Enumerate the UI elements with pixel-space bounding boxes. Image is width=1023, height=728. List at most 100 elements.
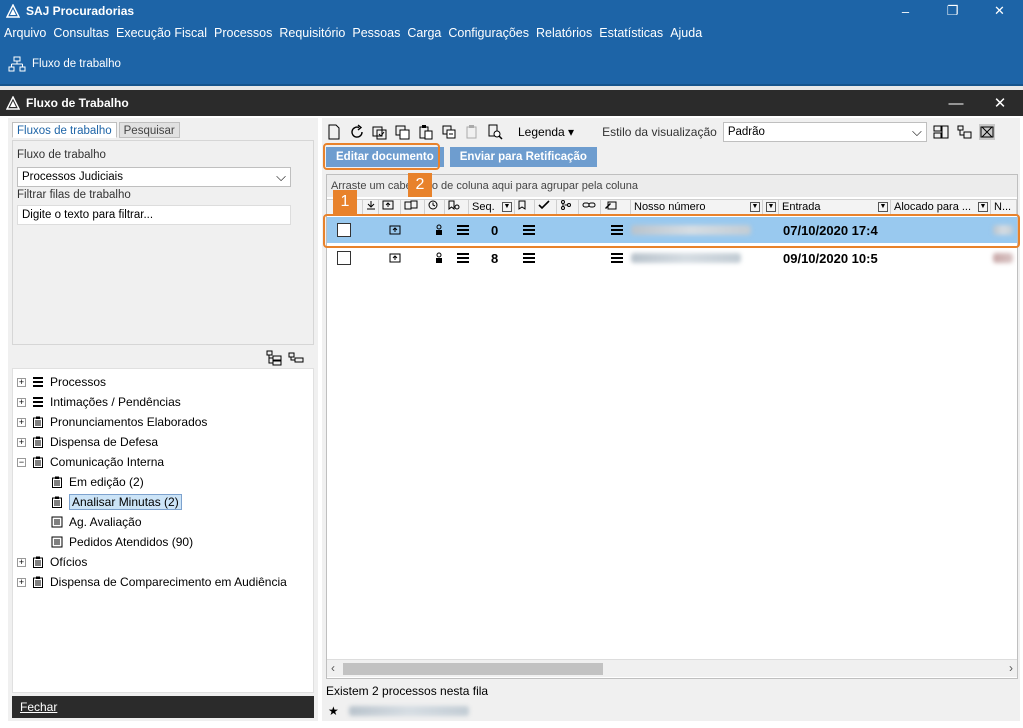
tab-fluxos-de-trabalho[interactable]: Fluxos de trabalho <box>12 122 117 138</box>
table-row[interactable]: 8 09/10/2020 10:5 <box>327 245 1017 271</box>
filter-dropdown-icon[interactable]: ▼ <box>978 202 988 212</box>
copy-icon[interactable] <box>395 124 411 140</box>
tree-node-ag-avaliacao[interactable]: Ag. Avaliação <box>51 513 142 531</box>
workflow-icon[interactable] <box>8 56 26 72</box>
col-header-check[interactable] <box>535 200 557 215</box>
expand-icon[interactable]: + <box>17 417 26 427</box>
col-header-bookmark[interactable] <box>515 200 535 215</box>
col-header-bookmark-search[interactable] <box>445 200 469 215</box>
tree-node-processos[interactable]: + Processos <box>17 373 106 391</box>
expand-icon[interactable]: + <box>17 557 26 567</box>
upload-box-icon[interactable] <box>389 253 401 263</box>
tree-node-label: Pedidos Atendidos (90) <box>69 535 194 549</box>
new-document-icon[interactable] <box>326 124 342 140</box>
edit-document-icon <box>605 201 617 210</box>
menu-pessoas[interactable]: Pessoas <box>352 26 400 40</box>
menu-arquivo[interactable]: Arquivo <box>4 26 46 40</box>
close-button[interactable]: ✕ <box>976 0 1023 22</box>
menu-estatisticas[interactable]: Estatísticas <box>599 26 663 40</box>
tree-node-dispensa-defesa[interactable]: + Dispensa de Defesa <box>17 433 158 451</box>
filter-label: Filtrar filas de trabalho <box>17 189 131 201</box>
legenda-dropdown[interactable]: Legenda ▾ <box>518 125 574 139</box>
expand-icon[interactable]: + <box>17 397 26 407</box>
scroll-right-icon[interactable]: › <box>1009 661 1013 675</box>
person-icon <box>436 252 442 263</box>
col-header-time[interactable] <box>425 200 445 215</box>
tree-node-pedidos-atendidos[interactable]: Pedidos Atendidos (90) <box>51 533 193 551</box>
col-header-nosso-numero[interactable]: Nosso número ▼ <box>631 200 763 215</box>
tab-pesquisar[interactable]: Pesquisar <box>118 122 180 138</box>
tree-node-pronunciamentos[interactable]: + Pronunciamentos Elaborados <box>17 413 207 431</box>
list-icon <box>33 397 43 407</box>
refresh-icon[interactable] <box>349 124 365 140</box>
col-header-link[interactable] <box>579 200 601 215</box>
row-checkbox[interactable] <box>337 245 351 271</box>
filter-dropdown-icon[interactable]: ▼ <box>502 202 512 212</box>
entrada-cell: 09/10/2020 10:5 <box>783 250 878 266</box>
disabled-clipboard-icon[interactable] <box>464 124 480 140</box>
collapse-icon[interactable]: − <box>17 457 26 467</box>
col-header-n[interactable]: N... <box>991 200 1017 215</box>
filter-input[interactable]: Digite o texto para filtrar... <box>17 205 291 225</box>
col-header-entrada[interactable]: Entrada ▼ <box>779 200 891 215</box>
menu-processos[interactable]: Processos <box>214 26 272 40</box>
tree-node-label: Pronunciamentos Elaborados <box>50 415 208 429</box>
scroll-left-icon[interactable]: ‹ <box>331 661 335 675</box>
star-icon[interactable]: ★ <box>328 704 339 718</box>
tree-node-oficios[interactable]: + Ofícios <box>17 553 87 571</box>
child-window-titlebar: Fluxo de Trabalho — ✕ <box>0 90 1023 116</box>
expand-icon[interactable]: + <box>17 437 26 447</box>
restore-button[interactable]: ❐ <box>929 0 976 22</box>
menu-relatorios[interactable]: Relatórios <box>536 26 592 40</box>
expand-icon[interactable]: + <box>17 577 26 587</box>
check-documents-icon[interactable] <box>372 124 388 140</box>
flow-select[interactable]: Processos Judiciais ⌵ <box>17 167 291 187</box>
fechar-button[interactable]: Fechar <box>12 696 314 718</box>
tree-node-dispensa-comparecimento[interactable]: + Dispensa de Comparecimento em Audiênci… <box>17 573 287 591</box>
child-minimize-button[interactable]: — <box>936 90 976 116</box>
tree-node-intimacoes[interactable]: + Intimações / Pendências <box>17 393 181 411</box>
col-header-sort[interactable]: ▼ <box>763 200 779 215</box>
upload-box-icon <box>382 200 394 210</box>
col-header-seq[interactable]: Seq. ▼ <box>469 200 515 215</box>
move-document-icon[interactable] <box>441 124 457 140</box>
tree-node-label: Ofícios <box>50 555 88 569</box>
tree-tools <box>266 350 304 366</box>
child-close-button[interactable]: ✕ <box>980 90 1020 116</box>
menu-consultas[interactable]: Consultas <box>53 26 109 40</box>
scrollbar-thumb[interactable] <box>343 663 603 675</box>
clear-filter-icon[interactable] <box>978 124 995 140</box>
tree-node-em-edicao[interactable]: Em edição (2) <box>51 473 144 491</box>
menu-carga[interactable]: Carga <box>407 26 441 40</box>
layout-grid-icon[interactable] <box>933 124 949 140</box>
ribbon-workflow-label[interactable]: Fluxo de trabalho <box>32 58 121 70</box>
col-header-documents[interactable] <box>401 200 425 215</box>
group-columns-icon[interactable] <box>956 124 972 140</box>
filter-dropdown-icon[interactable]: ▼ <box>750 202 760 212</box>
tree-node-comunicacao-interna[interactable]: − Comunicação Interna <box>17 453 164 471</box>
col-header-download[interactable] <box>363 200 379 215</box>
clipboard-copy-icon[interactable] <box>418 124 434 140</box>
horizontal-scrollbar[interactable]: ‹ › <box>327 659 1017 677</box>
enviar-retificacao-button[interactable]: Enviar para Retificação <box>449 147 597 167</box>
filter-dropdown-icon[interactable]: ▼ <box>878 202 888 212</box>
minimize-button[interactable]: – <box>882 0 929 22</box>
column-headers: Seq. ▼ Nosso número ▼ ▼ Entrada ▼ Alocad… <box>327 199 1017 215</box>
search-document-icon[interactable] <box>487 124 503 140</box>
expand-icon[interactable]: + <box>17 377 26 387</box>
filter-dropdown-icon[interactable]: ▼ <box>766 202 776 212</box>
tree-node-analisar-minutas[interactable]: Analisar Minutas (2) <box>51 493 182 511</box>
menu-configuracoes[interactable]: Configurações <box>448 26 529 40</box>
estilo-select[interactable]: Padrão ⌵ <box>722 122 927 142</box>
col-header-edit-doc[interactable] <box>601 200 631 215</box>
checkbox[interactable] <box>337 251 351 265</box>
menu-ajuda[interactable]: Ajuda <box>670 26 702 40</box>
col-header-alocado[interactable]: Alocado para ... ▼ <box>891 200 991 215</box>
col-header-tree[interactable] <box>557 200 579 215</box>
expand-tree-icon[interactable] <box>266 350 282 366</box>
tree-node-label-selected: Analisar Minutas (2) <box>69 494 182 510</box>
menu-requisitorio[interactable]: Requisitório <box>279 26 345 40</box>
menu-execucao-fiscal[interactable]: Execução Fiscal <box>116 26 207 40</box>
col-header-upload[interactable] <box>379 200 401 215</box>
collapse-tree-icon[interactable] <box>288 350 304 366</box>
